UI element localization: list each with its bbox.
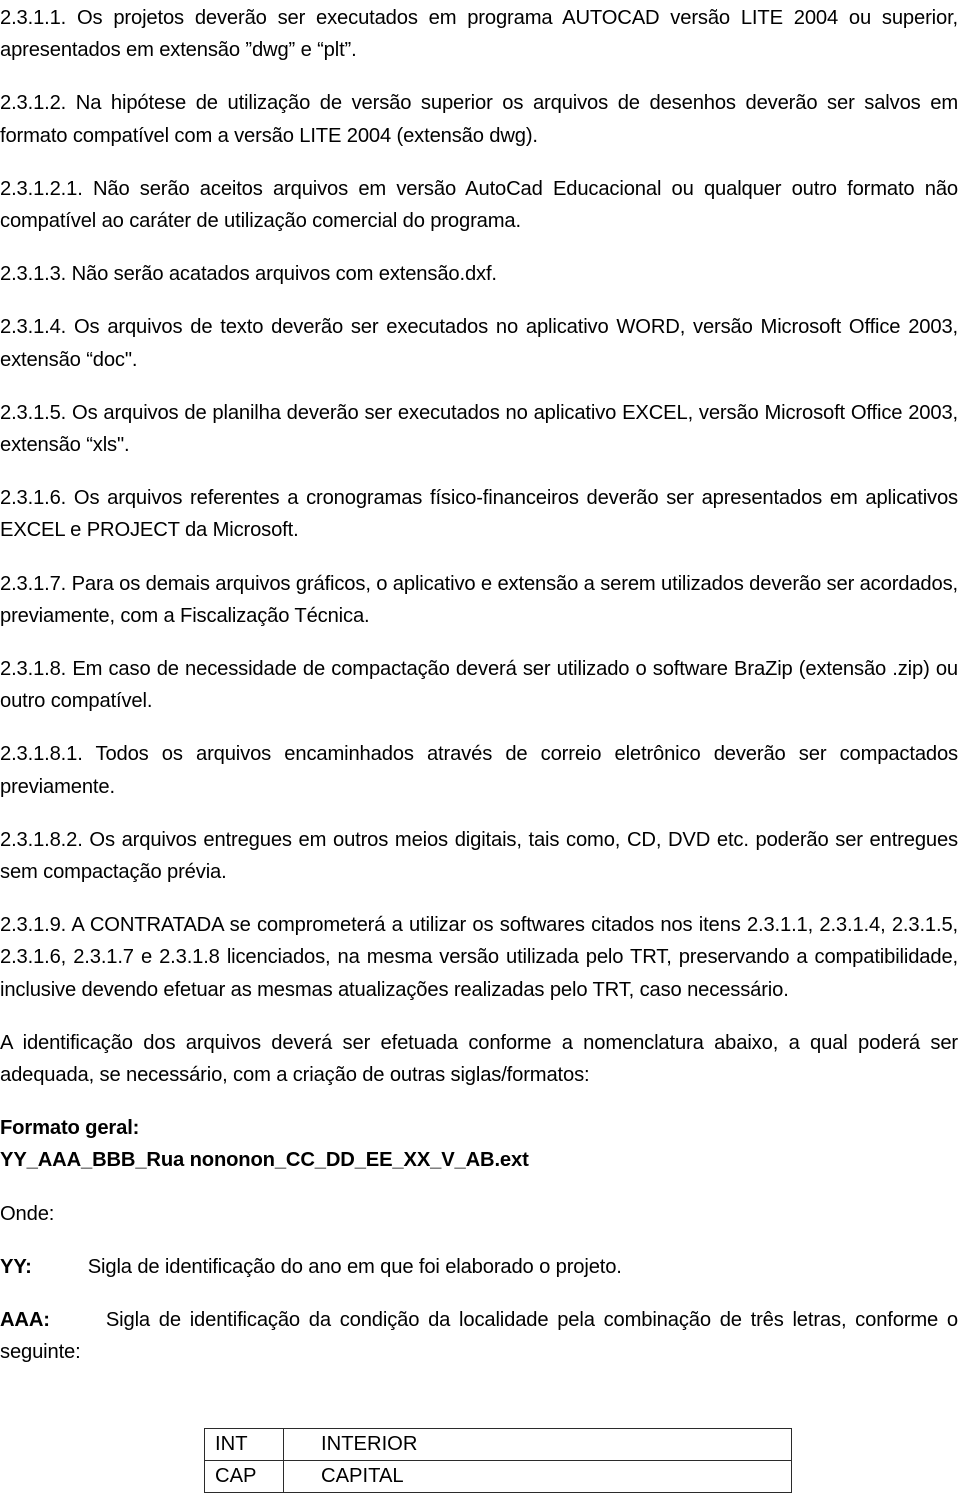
formato-geral-block: Formato geral: YY_AAA_BBB_Rua nononon_CC_… (0, 1112, 958, 1176)
clause-2-3-1-3: 2.3.1.3. Não serão acatados arquivos com… (0, 263, 497, 286)
clause-2-3-1-2-1: 2.3.1.2.1. Não serão aceitos arquivos em… (0, 177, 958, 233)
clause-2-3-1-8: 2.3.1.8. Em caso de necessidade de compa… (0, 658, 958, 713)
document-page: 2.3.1.1. Os projetos deverão ser executa… (0, 0, 960, 1493)
onde-entry-aaa: AAA: Sigla de identificação da condição d… (0, 1304, 958, 1368)
clause-2-3-1-2: 2.3.1.2. Na hipótese de utilização de ve… (0, 92, 958, 147)
sigla-table-container: INT INTERIOR CAP CAPITAL (204, 1428, 792, 1493)
paragraph-identificacao-arquivos: A identificação dos arquivos deverá ser … (0, 1031, 958, 1087)
clause-2-3-1-8-2: 2.3.1.8.2. Os arquivos entregues em outr… (0, 828, 958, 884)
descricao-cell: INTERIOR (283, 1428, 792, 1461)
table-row: CAP CAPITAL (204, 1460, 792, 1493)
clause-2-3-1-1: 2.3.1.1. Os projetos deverão ser executa… (0, 7, 958, 62)
clause-2-3-1-7: 2.3.1.7. Para os demais arquivos gráfico… (0, 572, 958, 627)
descricao-cell: CAPITAL (283, 1460, 792, 1493)
onde-description-yy: Sigla de identificação do ano em que foi… (87, 1255, 622, 1278)
sigla-cell: INT (204, 1428, 284, 1461)
formato-geral-label: Formato geral: (0, 1117, 140, 1140)
table-row: INT INTERIOR (204, 1428, 792, 1461)
formato-geral-pattern: YY_AAA_BBB_Rua nononon_CC_DD_EE_XX_V_AB.… (0, 1149, 529, 1172)
onde-label: Onde: (0, 1202, 55, 1225)
clause-2-3-1-8-1: 2.3.1.8.1. Todos os arquivos encaminhado… (0, 743, 958, 798)
onde-entry-yy: YY: Sigla de identificação do ano em que … (0, 1251, 958, 1283)
sigla-table: INT INTERIOR CAP CAPITAL (204, 1428, 792, 1493)
onde-description-aaa: Sigla de identificação da condição da lo… (0, 1309, 958, 1364)
clause-2-3-1-4: 2.3.1.4. Os arquivos de texto deverão se… (0, 316, 958, 371)
clause-2-3-1-5: 2.3.1.5. Os arquivos de planilha deverão… (0, 401, 958, 457)
clause-2-3-1-6: 2.3.1.6. Os arquivos referentes a cronog… (0, 487, 958, 542)
onde-key-yy: YY: (0, 1255, 32, 1278)
clause-2-3-1-9: 2.3.1.9. A CONTRATADA se comprometerá a … (0, 914, 958, 1001)
sigla-cell: CAP (204, 1460, 284, 1493)
document-body: 2.3.1.1. Os projetos deverão ser executa… (0, 2, 958, 1369)
onde-key-aaa: AAA: (0, 1309, 50, 1332)
